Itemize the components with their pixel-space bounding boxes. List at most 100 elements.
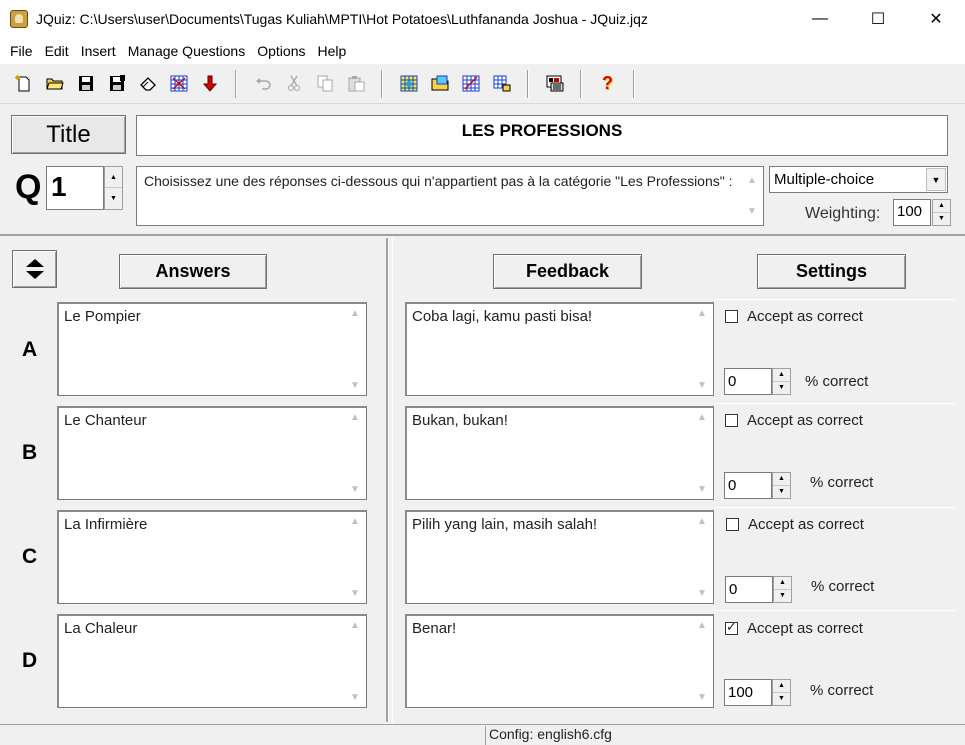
percent-correct-d-spinner[interactable]: ▲ ▼ (772, 679, 791, 706)
percent-correct-a-field[interactable]: 0 (724, 368, 772, 395)
web-page-button[interactable] (163, 69, 194, 99)
feedback-header-button[interactable]: Feedback (493, 254, 642, 289)
feedback-b-scrollbar[interactable]: ▲ ▼ (691, 408, 713, 499)
spin-up-icon[interactable]: ▲ (773, 680, 790, 693)
accept-correct-d[interactable]: Accept as correct (725, 619, 863, 637)
feedback-d-scrollbar[interactable]: ▲ ▼ (691, 616, 713, 707)
answer-c-scrollbar[interactable]: ▲ ▼ (344, 512, 366, 603)
spin-down-icon[interactable]: ▼ (933, 213, 950, 226)
open-button[interactable] (39, 69, 70, 99)
undo-button[interactable] (247, 69, 278, 99)
question-number-field[interactable]: 1 (46, 166, 104, 210)
feedback-a-input[interactable]: Coba lagi, kamu pasti bisa! ▲ ▼ (405, 302, 714, 396)
feedback-b-input[interactable]: Bukan, bukan! ▲ ▼ (405, 406, 714, 500)
question-text-scrollbar[interactable]: ▲ ▼ (741, 167, 763, 225)
percent-correct-b-field[interactable]: 0 (724, 472, 772, 499)
spin-up-icon[interactable]: ▲ (773, 473, 790, 486)
accept-correct-b-checkbox[interactable] (725, 414, 738, 427)
percent-correct-a-spinner[interactable]: ▲ ▼ (772, 368, 791, 395)
menu-edit[interactable]: Edit (39, 43, 75, 59)
scroll-up-icon[interactable]: ▲ (344, 308, 366, 319)
feedback-a-scrollbar[interactable]: ▲ ▼ (691, 304, 713, 395)
chevron-down-icon[interactable]: ▼ (926, 168, 946, 191)
web-export-button[interactable] (486, 69, 517, 99)
spin-up-icon[interactable]: ▲ (773, 369, 790, 382)
move-down-button[interactable] (194, 69, 225, 99)
percent-correct-c-field[interactable]: 0 (725, 576, 773, 603)
scroll-down-icon[interactable]: ▼ (691, 588, 713, 599)
scroll-down-icon[interactable]: ▼ (691, 692, 713, 703)
question-text-input[interactable]: Choisissez une des réponses ci-dessous q… (136, 166, 764, 226)
title-button[interactable]: Title (11, 115, 126, 154)
accept-correct-d-checkbox[interactable] (725, 619, 738, 635)
spin-up-icon[interactable]: ▲ (105, 167, 122, 188)
spin-up-icon[interactable]: ▲ (933, 200, 950, 213)
answers-header-button[interactable]: Answers (119, 254, 267, 289)
percent-correct-b-spinner[interactable]: ▲ ▼ (772, 472, 791, 499)
scroll-down-icon[interactable]: ▼ (344, 692, 366, 703)
spin-down-icon[interactable]: ▼ (773, 486, 790, 499)
answer-b-scrollbar[interactable]: ▲ ▼ (344, 408, 366, 499)
menu-options[interactable]: Options (251, 43, 311, 59)
question-number-spinner[interactable]: ▲ ▼ (104, 166, 123, 210)
scroll-up-icon[interactable]: ▲ (344, 412, 366, 423)
scroll-down-icon[interactable]: ▼ (344, 380, 366, 391)
minimize-button[interactable]: — (791, 0, 849, 38)
accept-correct-a[interactable]: Accept as correct (725, 308, 863, 325)
spin-down-icon[interactable]: ▼ (773, 693, 790, 706)
weighting-field[interactable]: 100 (893, 199, 931, 226)
web-grid-alt-button[interactable] (455, 69, 486, 99)
feedback-d-input[interactable]: Benar! ▲ ▼ (405, 614, 714, 708)
answer-b-input[interactable]: Le Chanteur ▲ ▼ (57, 406, 367, 500)
menu-insert[interactable]: Insert (75, 43, 122, 59)
menu-manage-questions[interactable]: Manage Questions (122, 43, 252, 59)
quiz-title-input[interactable]: LES PROFESSIONS (136, 115, 948, 156)
scroll-up-icon[interactable]: ▲ (691, 308, 713, 319)
accept-correct-c[interactable]: Accept as correct (726, 516, 864, 533)
save-as-button[interactable] (101, 69, 132, 99)
scroll-up-icon[interactable]: ▲ (691, 620, 713, 631)
scroll-up-icon[interactable]: ▲ (691, 516, 713, 527)
menu-help[interactable]: Help (311, 43, 352, 59)
feedback-c-input[interactable]: Pilih yang lain, masih salah! ▲ ▼ (405, 510, 714, 604)
scroll-up-icon[interactable]: ▲ (691, 412, 713, 423)
accept-correct-b[interactable]: Accept as correct (725, 412, 863, 429)
cut-button[interactable] (278, 69, 309, 99)
web-page-grid-button[interactable] (393, 69, 424, 99)
percent-correct-d-field[interactable]: 100 (724, 679, 772, 706)
settings-header-button[interactable]: Settings (757, 254, 906, 289)
answer-c-input[interactable]: La Infirmière ▲ ▼ (57, 510, 367, 604)
paste-button[interactable] (340, 69, 371, 99)
accept-correct-a-checkbox[interactable] (725, 310, 738, 323)
folder-web-button[interactable] (424, 69, 455, 99)
spin-up-icon[interactable]: ▲ (774, 577, 791, 590)
scroll-down-icon[interactable]: ▼ (344, 588, 366, 599)
question-type-select[interactable]: Multiple-choice ▼ (769, 166, 948, 193)
scroll-down-icon[interactable]: ▼ (344, 484, 366, 495)
help-button[interactable]: ? (592, 69, 623, 99)
weighting-spinner[interactable]: ▲ ▼ (932, 199, 951, 226)
copy-button[interactable] (309, 69, 340, 99)
answer-d-input[interactable]: La Chaleur ▲ ▼ (57, 614, 367, 708)
scroll-up-icon[interactable]: ▲ (741, 171, 763, 190)
scroll-down-icon[interactable]: ▼ (691, 484, 713, 495)
answer-a-input[interactable]: Le Pompier ▲ ▼ (57, 302, 367, 396)
save-button[interactable] (70, 69, 101, 99)
scroll-answers-button[interactable] (12, 250, 57, 288)
spin-down-icon[interactable]: ▼ (773, 382, 790, 395)
spin-down-icon[interactable]: ▼ (774, 590, 791, 603)
eraser-button[interactable] (132, 69, 163, 99)
new-file-button[interactable] (8, 69, 39, 99)
feedback-c-scrollbar[interactable]: ▲ ▼ (691, 512, 713, 603)
menu-file[interactable]: File (4, 43, 39, 59)
answer-a-scrollbar[interactable]: ▲ ▼ (344, 304, 366, 395)
scroll-up-icon[interactable]: ▲ (344, 620, 366, 631)
maximize-button[interactable]: ☐ (849, 0, 907, 38)
config-button[interactable] (539, 69, 570, 99)
scroll-up-icon[interactable]: ▲ (344, 516, 366, 527)
answer-d-scrollbar[interactable]: ▲ ▼ (344, 616, 366, 707)
spin-down-icon[interactable]: ▼ (105, 188, 122, 209)
scroll-down-icon[interactable]: ▼ (691, 380, 713, 391)
scroll-down-icon[interactable]: ▼ (741, 202, 763, 221)
accept-correct-c-checkbox[interactable] (726, 518, 739, 531)
